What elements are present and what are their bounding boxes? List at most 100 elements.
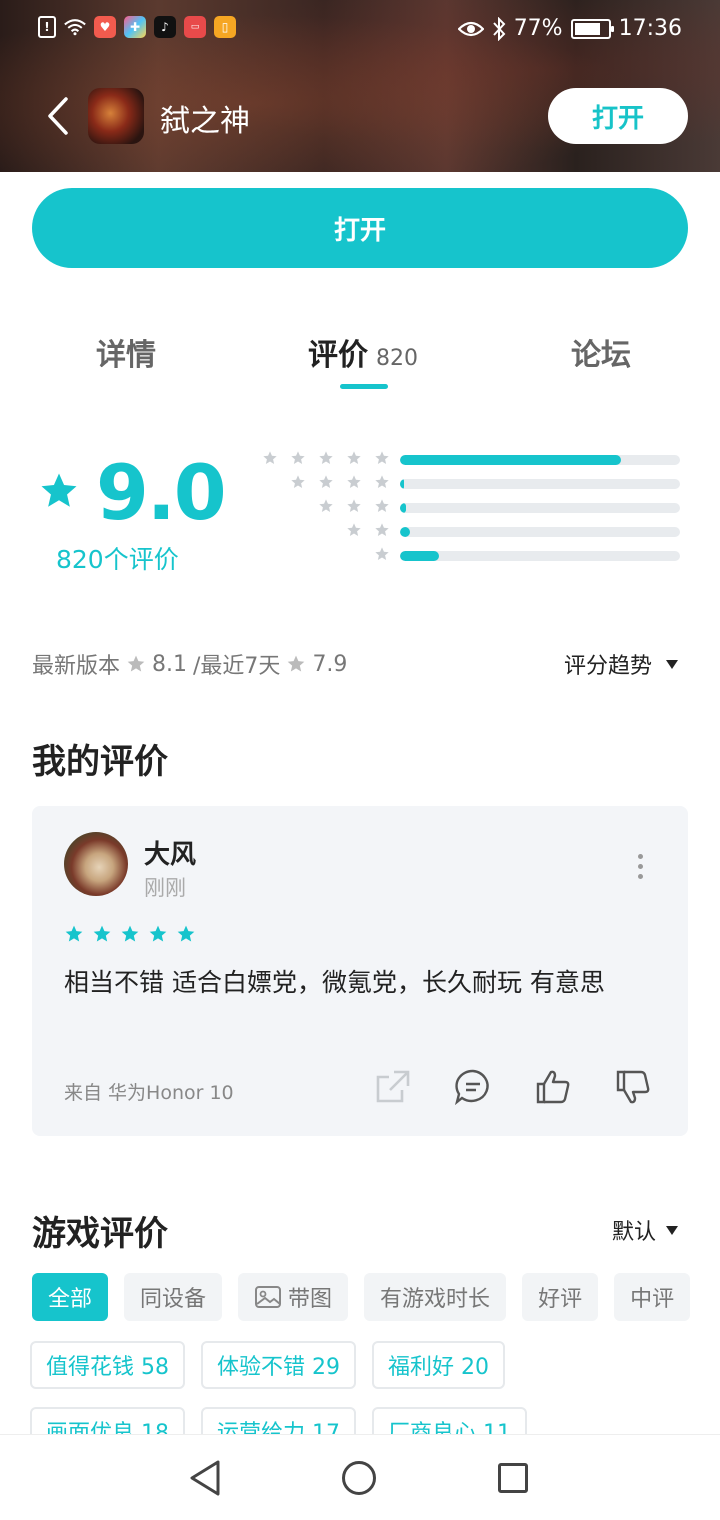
game-reviews-title: 游戏评价 xyxy=(32,1214,168,1254)
star-icon xyxy=(347,451,361,464)
filter-positive[interactable]: 好评 xyxy=(522,1273,599,1321)
dropdown-arrow-icon xyxy=(666,659,678,669)
distribution-bar xyxy=(400,527,680,537)
distribution-stars xyxy=(262,450,390,466)
orange-app-icon: ▯ xyxy=(214,16,236,38)
thumbs-up-icon[interactable] xyxy=(534,1068,572,1106)
tab-reviews-count: 820 xyxy=(376,346,418,371)
tab-bar: 详情 评价 820 论坛 xyxy=(0,320,720,390)
distribution-bar-fill xyxy=(400,503,406,513)
distribution-stars xyxy=(346,522,390,538)
tab-reviews-label: 评价 xyxy=(308,338,368,373)
filter-same-device[interactable]: 同设备 xyxy=(124,1273,223,1321)
star-icon xyxy=(375,523,389,536)
status-bar: ! ♥ ✚ ♪ ▭ ▯ 77% 17:36 xyxy=(0,0,720,62)
share-icon[interactable] xyxy=(374,1068,412,1106)
filter-neutral[interactable]: 中评 xyxy=(614,1273,691,1321)
rating-trend-dropdown[interactable]: 评分趋势 xyxy=(564,648,678,680)
avatar[interactable] xyxy=(64,832,128,896)
system-nav-bar xyxy=(0,1434,720,1520)
distribution-bar-fill xyxy=(400,551,439,561)
filter-label: 中评 xyxy=(630,1287,675,1312)
star-icon xyxy=(93,925,111,942)
header-background: ! ♥ ✚ ♪ ▭ ▯ 77% 17:36 弑之神 打开 xyxy=(0,0,720,172)
image-icon xyxy=(255,1286,282,1308)
sort-dropdown[interactable]: 默认 xyxy=(612,1214,678,1246)
wifi-icon xyxy=(64,16,86,38)
active-tab-indicator xyxy=(340,384,388,389)
distribution-stars xyxy=(290,474,390,490)
battery-icon xyxy=(570,18,614,39)
nav-back-icon[interactable] xyxy=(188,1459,222,1497)
distribution-stars xyxy=(374,546,390,562)
open-button[interactable]: 打开 xyxy=(32,188,688,268)
clock: 17:36 xyxy=(618,16,682,41)
star-icon xyxy=(319,475,333,488)
star-icon xyxy=(319,499,333,512)
nav-home-icon[interactable] xyxy=(342,1461,376,1495)
distribution-stars xyxy=(318,498,390,514)
tag-good-benefits[interactable]: 福利好 20 xyxy=(372,1341,505,1389)
huawei-app-icon: ▭ xyxy=(184,16,206,38)
distribution-row-3-star xyxy=(256,496,686,520)
warning-icon: ! xyxy=(38,16,56,38)
filter-with-images[interactable]: 带图 xyxy=(238,1273,349,1321)
star-icon xyxy=(288,655,305,672)
filter-label: 同设备 xyxy=(140,1287,207,1312)
bluetooth-icon xyxy=(492,16,506,41)
latest-version-label: 最新版本 xyxy=(32,654,121,679)
back-arrow-icon[interactable] xyxy=(40,96,76,136)
header-open-button[interactable]: 打开 xyxy=(548,88,688,144)
comment-icon[interactable] xyxy=(454,1068,492,1106)
star-icon xyxy=(319,451,333,464)
my-review-card[interactable]: 大风 刚刚 相当不错 适合白嫖党，微氪党，长久耐玩 有意思 来自 华为Honor… xyxy=(32,806,688,1136)
distribution-bar xyxy=(400,503,680,513)
star-icon xyxy=(127,655,145,672)
star-icon xyxy=(263,451,277,464)
dropdown-arrow-icon xyxy=(666,1225,678,1235)
tag-good-experience[interactable]: 体验不错 29 xyxy=(201,1341,356,1389)
distribution-bar-fill xyxy=(400,455,621,465)
distribution-row-1-star xyxy=(256,544,686,568)
tab-details[interactable]: 详情 xyxy=(96,330,156,374)
distribution-row-4-star xyxy=(256,472,686,496)
latest-version-score: 8.1 xyxy=(152,651,188,677)
shortcut-app-icon: ✚ xyxy=(124,16,146,38)
filter-label: 全部 xyxy=(48,1287,93,1312)
review-filters: 全部 同设备 带图 有游戏时长 好评 中评 xyxy=(32,1273,691,1321)
distribution-bar xyxy=(400,479,680,489)
star-icon xyxy=(149,925,167,942)
tab-reviews[interactable]: 评价 820 xyxy=(308,330,418,374)
tab-forum[interactable]: 论坛 xyxy=(571,330,631,374)
nav-recent-apps-icon[interactable] xyxy=(498,1463,528,1493)
system-status: 77% 17:36 xyxy=(457,16,682,41)
filter-label: 好评 xyxy=(538,1287,583,1312)
recent-label: /最近7天 xyxy=(193,654,281,679)
tab-details-label: 详情 xyxy=(96,338,156,373)
distribution-row-5-star xyxy=(256,448,686,472)
review-time: 刚刚 xyxy=(144,876,186,900)
distribution-bar-fill xyxy=(400,479,404,489)
thumbs-down-icon[interactable] xyxy=(614,1068,652,1106)
filter-all[interactable]: 全部 xyxy=(32,1273,109,1321)
distribution-bar xyxy=(400,455,680,465)
star-icon xyxy=(41,473,77,507)
review-device: 来自 华为Honor 10 xyxy=(64,1082,234,1104)
more-options-icon[interactable] xyxy=(638,854,644,879)
rating-score: 9.0 xyxy=(96,448,227,537)
star-icon xyxy=(375,499,389,512)
star-icon xyxy=(375,475,389,488)
rating-count: 820个评价 xyxy=(56,545,179,574)
tab-forum-label: 论坛 xyxy=(571,338,631,373)
health-app-icon: ♥ xyxy=(94,16,116,38)
filter-label: 带图 xyxy=(288,1287,333,1312)
star-icon xyxy=(177,925,195,942)
user-name[interactable]: 大风 xyxy=(144,834,196,871)
review-stars xyxy=(64,924,196,944)
star-icon xyxy=(347,475,361,488)
version-rating-row: 最新版本 8.1 /最近7天 7.9 评分趋势 xyxy=(32,648,688,680)
filter-playtime[interactable]: 有游戏时长 xyxy=(364,1273,507,1321)
tag-worth-money[interactable]: 值得花钱 58 xyxy=(30,1341,185,1389)
filter-label: 有游戏时长 xyxy=(380,1287,491,1312)
review-text: 相当不错 适合白嫖党，微氪党，长久耐玩 有意思 xyxy=(64,968,605,997)
